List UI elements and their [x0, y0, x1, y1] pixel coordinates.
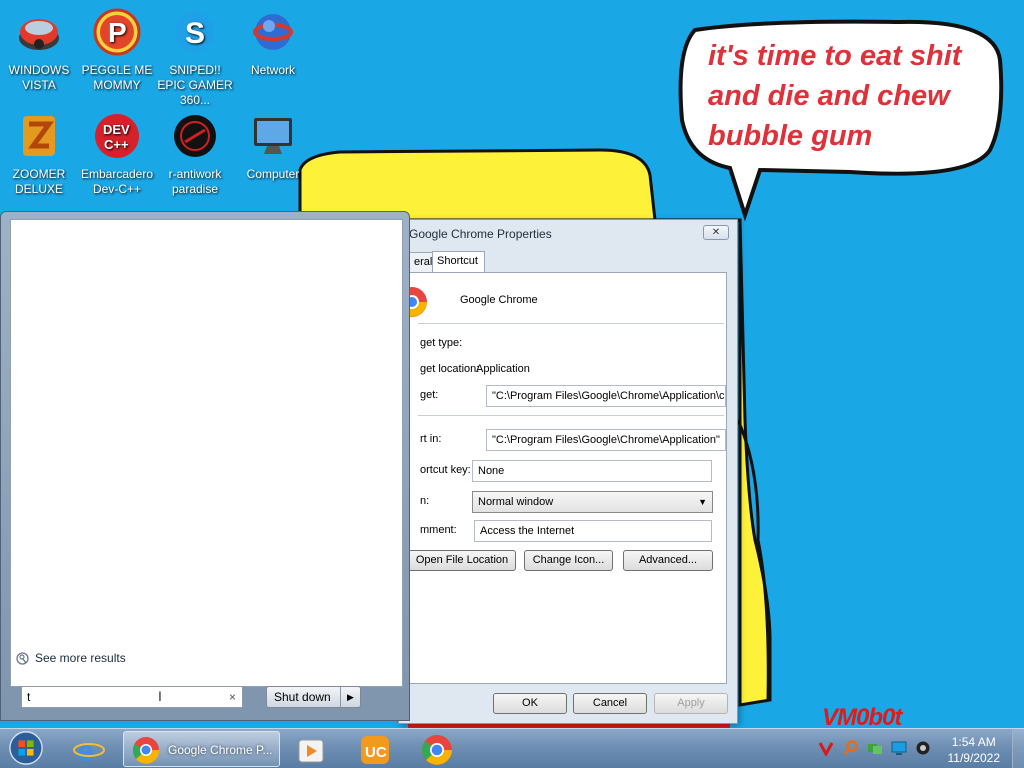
- see-more-label: See more results: [35, 651, 126, 665]
- desktop-icon-label: PEGGLE ME MOMMY: [81, 63, 153, 92]
- uc-browser-icon[interactable]: UC: [358, 732, 392, 768]
- change-icon-button[interactable]: Change Icon...: [524, 550, 613, 571]
- shortcut-key-label: ortcut key:: [420, 464, 471, 476]
- app-name: Google Chrome: [460, 294, 538, 306]
- search-input-value: t: [27, 690, 31, 704]
- chrome-icon: [133, 737, 160, 764]
- search-results-pane: [10, 219, 403, 687]
- desktop-icon-label: ZOOMER DELUXE: [12, 167, 66, 196]
- network-icon: [253, 14, 293, 50]
- comment-field[interactable]: Access the Internet: [474, 520, 712, 542]
- zoomer-icon: [23, 116, 55, 156]
- run-label: n:: [420, 495, 430, 507]
- desktop-icon-label: r-antiwork paradise: [168, 167, 222, 196]
- text-cursor-icon: Ι: [158, 688, 162, 704]
- chrome-icon[interactable]: [420, 732, 454, 768]
- media-player-icon[interactable]: [296, 733, 326, 768]
- dialog-title: Google Chrome Properties: [409, 227, 552, 241]
- clear-search-icon[interactable]: ×: [229, 687, 236, 707]
- search-tray-icon[interactable]: [843, 740, 859, 756]
- close-button[interactable]: ✕: [703, 225, 729, 240]
- target-location-label: get location:: [420, 363, 480, 375]
- shutdown-button[interactable]: Shut down ▶: [266, 686, 361, 708]
- network-tray-icon[interactable]: [867, 740, 883, 756]
- run-select-value: Normal window: [478, 496, 554, 508]
- desktop-icon-peggle[interactable]: P PEGGLE ME MOMMY: [78, 8, 156, 93]
- tab-shortcut[interactable]: Shortcut: [432, 251, 485, 273]
- run-select[interactable]: Normal window ▼: [472, 491, 713, 513]
- desktop-icon-sniped[interactable]: S SNIPED!! EPIC GAMER 360...: [156, 8, 234, 108]
- start-search-input[interactable]: t Ι ×: [21, 686, 243, 708]
- svg-text:C++: C++: [104, 137, 129, 152]
- svg-text:S: S: [185, 17, 205, 50]
- open-file-location-button[interactable]: Open File Location: [408, 550, 516, 571]
- start-menu: [0, 211, 410, 721]
- ok-button[interactable]: OK: [493, 693, 567, 714]
- desktop-icon-label: WINDOWS VISTA: [8, 63, 70, 92]
- desktop-icon-windows-vista[interactable]: WINDOWS VISTA: [0, 8, 78, 93]
- taskbar-chrome-properties[interactable]: Google Chrome P...: [123, 731, 280, 767]
- clock-time: 1:54 AM: [951, 735, 996, 749]
- shutdown-label: Shut down: [274, 690, 331, 704]
- windows-vista-icon: [19, 19, 59, 50]
- devcpp-icon: DEV C++: [95, 114, 139, 158]
- shortcut-panel: Google Chrome get type: get location: Ap…: [408, 272, 727, 684]
- volume-tray-icon[interactable]: [915, 740, 931, 756]
- desktop-icon-antiwork[interactable]: r-antiwork paradise: [156, 112, 234, 197]
- start-in-field[interactable]: "C:\Program Files\Google\Chrome\Applicat…: [486, 429, 726, 451]
- desktop-icon-zoomer[interactable]: ZOOMER DELUXE: [0, 112, 78, 197]
- internet-explorer-icon[interactable]: e: [72, 732, 106, 768]
- shortcut-key-field[interactable]: None: [472, 460, 712, 482]
- divider: [418, 323, 724, 324]
- divider: [418, 415, 724, 416]
- svg-text:P: P: [108, 17, 127, 48]
- start-in-label: rt in:: [420, 433, 442, 445]
- taskbar-window-title: Google Chrome P...: [168, 743, 273, 757]
- cancel-button[interactable]: Cancel: [573, 693, 647, 714]
- skype-icon: S: [175, 12, 215, 52]
- target-location-value: Application: [476, 363, 530, 375]
- chevron-down-icon: ▼: [698, 497, 707, 507]
- clock-date: 11/9/2022: [947, 751, 1001, 765]
- magnifier-icon: [16, 651, 29, 665]
- start-button-orb-icon[interactable]: [6, 730, 46, 766]
- computer-icon: [254, 118, 292, 154]
- svg-text:e: e: [77, 735, 94, 768]
- antivirus-tray-icon[interactable]: [818, 740, 834, 756]
- desktop-icon-computer[interactable]: Computer: [234, 112, 312, 182]
- chrome-icon: [410, 287, 427, 317]
- advanced-button[interactable]: Advanced...: [623, 550, 713, 571]
- speech-bubble-text: it's time to eat shit and die and chew b…: [708, 40, 962, 152]
- desktop-icon-devcpp[interactable]: DEV C++ Embarcadero Dev-C++: [78, 112, 156, 197]
- antiwork-icon: [174, 115, 216, 157]
- show-desktop-button[interactable]: [1012, 729, 1024, 768]
- comment-label: mment:: [420, 524, 457, 536]
- desktop-icon-network[interactable]: Network: [234, 8, 312, 78]
- svg-text:DEV: DEV: [103, 122, 130, 137]
- desktop-icon-label: Embarcadero Dev-C++: [80, 167, 154, 196]
- desktop-icon-label: SNIPED!! EPIC GAMER 360...: [157, 63, 233, 107]
- apply-button[interactable]: Apply: [654, 693, 728, 714]
- properties-dialog: Google Chrome Properties ✕ eral Shortcut…: [398, 219, 738, 724]
- system-clock[interactable]: 1:54 AM 11/9/2022: [948, 734, 1001, 766]
- desktop-icon-label: Network: [250, 63, 295, 77]
- display-tray-icon[interactable]: [891, 740, 907, 756]
- see-more-results-link[interactable]: See more results: [16, 651, 126, 665]
- target-label: get:: [420, 389, 439, 401]
- target-field[interactable]: "C:\Program Files\Google\Chrome\Applicat…: [486, 385, 726, 407]
- peggle-icon: P: [93, 8, 141, 56]
- taskbar: e Google Chrome P... UC 1:54 AM 11/9/202…: [0, 728, 1024, 768]
- shutdown-options-arrow-icon[interactable]: ▶: [340, 687, 360, 707]
- desktop-icon-label: Computer: [246, 167, 300, 181]
- target-type-label: get type:: [420, 337, 463, 349]
- svg-text:UC: UC: [365, 744, 387, 761]
